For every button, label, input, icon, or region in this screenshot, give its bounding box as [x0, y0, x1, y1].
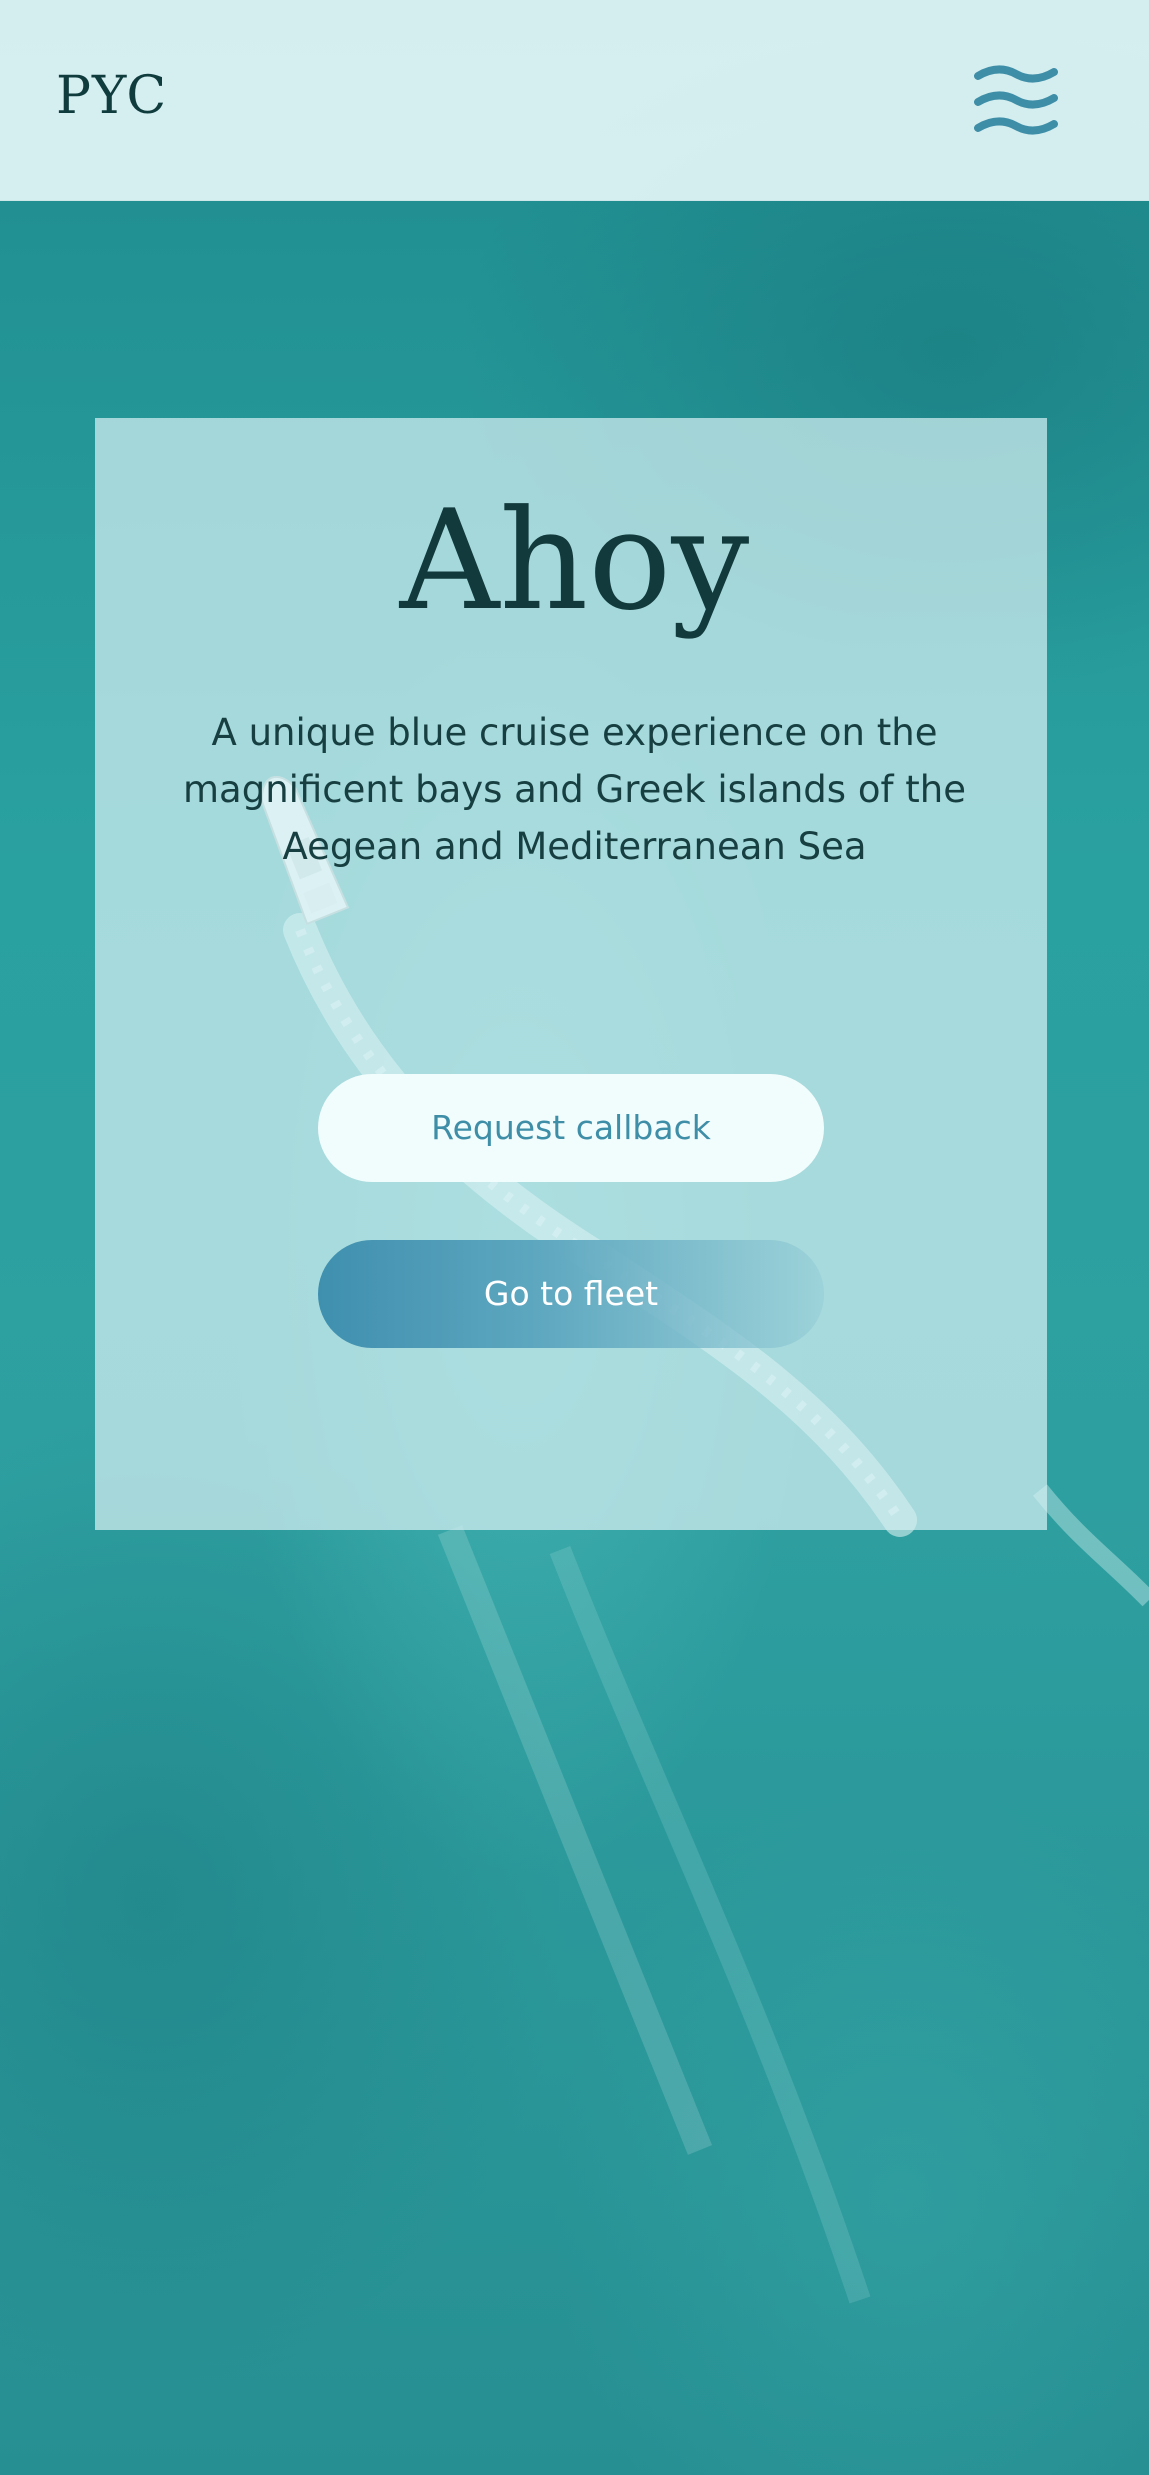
go-to-fleet-button[interactable]: Go to fleet — [318, 1240, 824, 1348]
hero-title: Ahoy — [399, 480, 750, 641]
site-header: PYC — [0, 0, 1149, 201]
wave-menu-icon — [974, 65, 1058, 135]
hero-subtitle: A unique blue cruise experience on the m… — [183, 711, 966, 868]
menu-button[interactable] — [972, 62, 1060, 138]
request-callback-button[interactable]: Request callback — [318, 1074, 824, 1182]
logo[interactable]: PYC — [56, 66, 167, 126]
